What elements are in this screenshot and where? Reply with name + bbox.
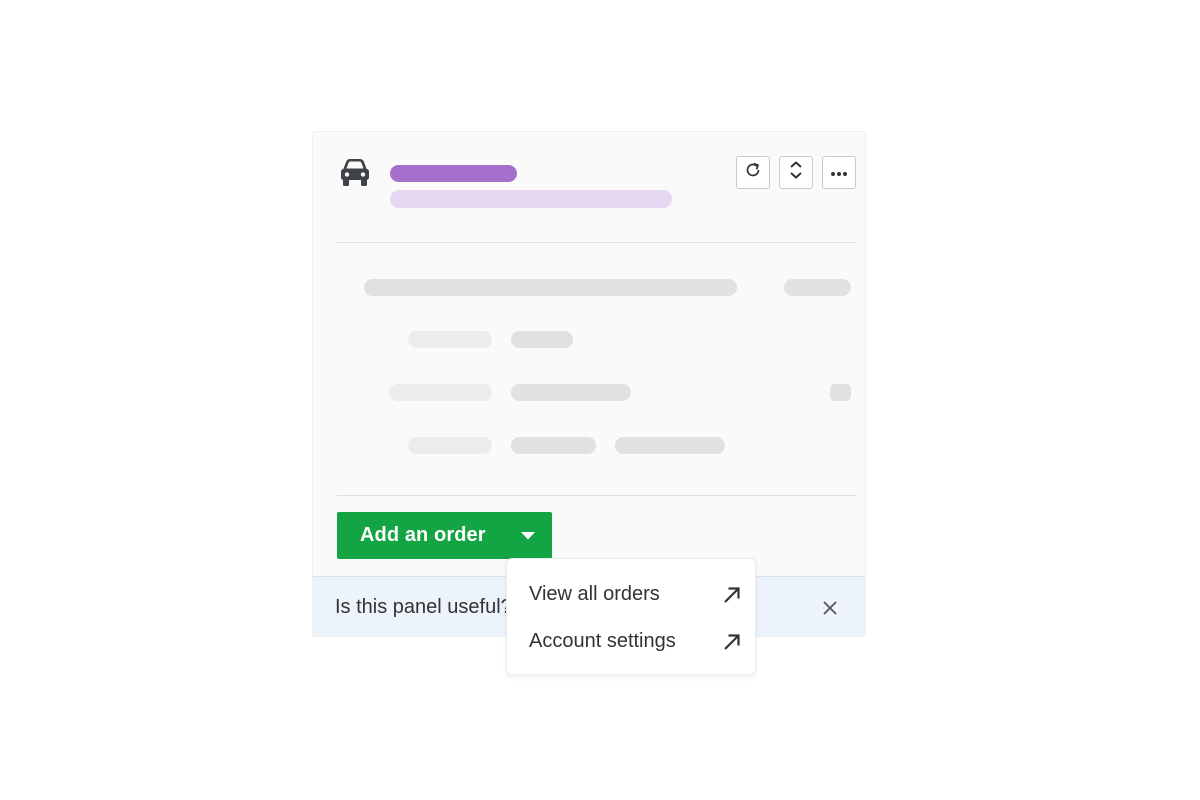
add-order-dropdown-toggle[interactable]: [504, 512, 552, 559]
skeleton-badge: [830, 384, 851, 401]
menu-item-view-all-orders[interactable]: View all orders: [507, 572, 757, 616]
skeleton-row-title: [364, 279, 737, 296]
menu-item-label: Account settings: [529, 630, 676, 652]
skeleton-row-value: [784, 279, 851, 296]
chevron-up-down-icon: [786, 159, 806, 186]
more-options-button[interactable]: [822, 156, 856, 189]
skeleton-value: [511, 331, 573, 348]
expand-collapse-button[interactable]: [779, 156, 813, 189]
external-arrow-icon: [721, 584, 743, 606]
add-order-label: Add an order: [360, 524, 486, 546]
refresh-button[interactable]: [736, 156, 770, 189]
skeleton-value: [511, 384, 631, 401]
car-icon: [339, 158, 371, 188]
skeleton-label: [408, 437, 492, 454]
add-order-button[interactable]: Add an order: [337, 512, 552, 559]
panel-subtitle-placeholder: [390, 190, 672, 208]
footer-divider: [337, 495, 857, 496]
ellipsis-icon: [829, 164, 849, 182]
refresh-icon: [743, 160, 763, 185]
header-divider: [337, 242, 857, 243]
external-arrow-icon: [721, 631, 743, 653]
feedback-question: Is this panel useful?: [335, 596, 512, 618]
skeleton-label: [389, 384, 492, 401]
skeleton-value: [615, 437, 725, 454]
menu-item-label: View all orders: [529, 583, 660, 605]
close-icon[interactable]: [819, 597, 841, 619]
panel-title-placeholder: [390, 165, 517, 182]
menu-item-account-settings[interactable]: Account settings: [507, 619, 757, 663]
skeleton-label: [408, 331, 492, 348]
add-order-dropdown-menu: View all orders Account settings: [506, 558, 756, 675]
caret-down-icon: [521, 527, 535, 545]
skeleton-value: [511, 437, 596, 454]
